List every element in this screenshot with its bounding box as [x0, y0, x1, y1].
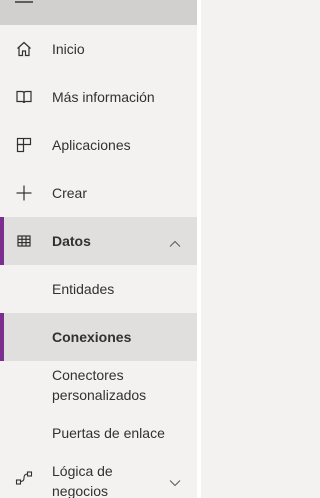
nav-item-aplicaciones[interactable]: Aplicaciones [0, 121, 197, 169]
table-icon [15, 232, 33, 250]
home-icon [15, 40, 33, 58]
selection-indicator [0, 217, 4, 265]
nav-header[interactable] [0, 0, 197, 25]
plus-icon [15, 184, 33, 202]
nav-subitem-label: Conectores personalizados [52, 367, 147, 403]
nav-subitem-label: Conexiones [52, 329, 132, 345]
nav-item-label: Aplicaciones [52, 137, 131, 153]
nav-item-crear[interactable]: Crear [0, 169, 197, 217]
nav-subitem-label: Puertas de enlace [52, 425, 165, 441]
scrollbar-track[interactable] [197, 0, 201, 498]
nav-subitem-label: Entidades [52, 281, 115, 297]
nav-item-mas-informacion[interactable]: Más información [0, 73, 197, 121]
chevron-down-icon[interactable] [168, 475, 182, 487]
chevron-up-icon[interactable] [168, 236, 182, 247]
hamburger-icon[interactable] [15, 1, 33, 3]
book-icon [15, 88, 33, 106]
nav-item-datos[interactable]: Datos [0, 217, 197, 265]
left-navigation: Inicio Más información Aplicaciones Crea… [0, 0, 197, 498]
nav-item-label: Lógica de negocios [52, 463, 113, 498]
nav-subitem-conectores-personalizados[interactable]: Conectores personalizados [0, 361, 197, 409]
nav-item-label: Inicio [52, 41, 85, 57]
nav-subitem-entidades[interactable]: Entidades [0, 265, 197, 313]
selection-indicator [0, 313, 4, 361]
nav-item-label: Crear [52, 185, 88, 201]
nav-item-inicio[interactable]: Inicio [0, 25, 197, 73]
nav-item-logica-de-negocios[interactable]: Lógica de negocios [0, 457, 197, 498]
nav-subitem-puertas-de-enlace[interactable]: Puertas de enlace [0, 409, 197, 457]
apps-icon [15, 136, 33, 154]
nav-subitem-conexiones[interactable]: Conexiones [0, 313, 197, 361]
flow-icon [15, 469, 33, 487]
nav-item-label: Más información [52, 89, 155, 105]
nav-item-label: Datos [52, 233, 91, 249]
